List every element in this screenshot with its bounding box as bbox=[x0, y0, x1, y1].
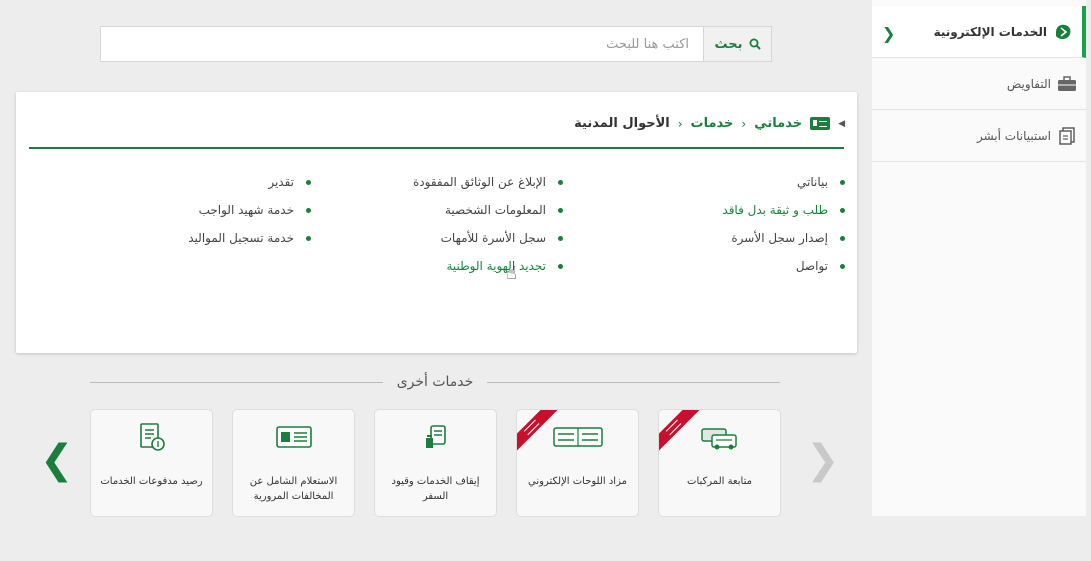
service-label: تواصل bbox=[795, 259, 828, 273]
other-services-header: خدمات أخرى bbox=[90, 372, 780, 392]
service-label: إصدار سجل الأسرة bbox=[731, 231, 828, 245]
tile-label: الاستعلام الشامل عن المخالفات المرورية bbox=[249, 476, 338, 502]
id-card-icon bbox=[275, 422, 312, 452]
id-card-icon bbox=[810, 117, 831, 130]
sidebar-item-e-services[interactable]: الخدمات الإلكترونية ❮ bbox=[872, 6, 1086, 58]
service-link-martyr-service[interactable]: خدمة شهيد الواجب bbox=[188, 196, 311, 224]
search-input[interactable] bbox=[101, 27, 703, 61]
service-link-my-data[interactable]: بياناتي bbox=[722, 168, 845, 196]
service-label: تقدير bbox=[268, 175, 294, 189]
service-tile-payments-balance[interactable]: رصيد مدفوعات الخدمات bbox=[90, 409, 213, 517]
bullet-icon bbox=[840, 235, 845, 241]
civil-affairs-card: ◀ خدماتي ‹ خدمات ‹ الأحوال المدنية بيانا… bbox=[16, 92, 857, 353]
bullet-icon bbox=[558, 179, 563, 185]
hand-pointer-icon: ☝ bbox=[506, 263, 517, 284]
card-divider bbox=[29, 147, 844, 149]
breadcrumb-current: الأحوال المدنية bbox=[574, 116, 670, 131]
sidebar-item-label: استبيانات أبشر bbox=[976, 128, 1051, 143]
bullet-icon bbox=[558, 263, 563, 269]
breadcrumb: ◀ خدماتي ‹ خدمات ‹ الأحوال المدنية bbox=[574, 116, 845, 131]
service-stop-icon bbox=[423, 422, 449, 452]
tile-label: متابعة المركبات bbox=[687, 476, 752, 487]
service-link-report-lost[interactable]: الإبلاغ عن الوثائق المفقودة bbox=[413, 168, 563, 196]
breadcrumb-separator-icon: ‹ bbox=[741, 116, 747, 131]
service-label: خدمة شهيد الواجب bbox=[198, 203, 294, 217]
collapse-arrow-icon[interactable]: ◀ bbox=[838, 119, 845, 129]
service-tile-travel-restrictions[interactable]: إيقاف الخدمات وقيود السفر bbox=[374, 409, 497, 517]
search-button-label: بحث bbox=[714, 36, 743, 52]
service-label: طلب و ثيقة بدل فاقد bbox=[722, 203, 828, 217]
briefcase-icon bbox=[1056, 75, 1078, 93]
service-label: بياناتي bbox=[797, 175, 828, 189]
carousel-next-icon[interactable]: ❯ bbox=[806, 440, 840, 480]
services-column: الإبلاغ عن الوثائق المفقودة المعلومات ال… bbox=[413, 168, 563, 280]
breadcrumb-services[interactable]: خدمات bbox=[691, 116, 734, 131]
sidebar-item-surveys[interactable]: استبيانات أبشر bbox=[872, 110, 1086, 162]
search-button[interactable]: بحث bbox=[703, 27, 771, 61]
service-link-renew-id[interactable]: تجديد الهوية الوطنية bbox=[413, 252, 563, 280]
sidebar-item-delegations[interactable]: التفاويض bbox=[872, 58, 1086, 110]
services-column: تقدير خدمة شهيد الواجب خدمة تسجيل الموال… bbox=[188, 168, 311, 252]
service-link-birth-registration[interactable]: خدمة تسجيل المواليد bbox=[188, 224, 311, 252]
service-label: تجديد الهوية الوطنية bbox=[446, 259, 546, 273]
other-services-title: خدمات أخرى bbox=[396, 374, 474, 390]
bullet-icon bbox=[840, 263, 845, 269]
tile-label: إيقاف الخدمات وقيود السفر bbox=[391, 476, 480, 502]
search-icon bbox=[749, 38, 761, 50]
service-label: الإبلاغ عن الوثائق المفقودة bbox=[412, 175, 546, 189]
bullet-icon bbox=[558, 235, 563, 241]
divider-line bbox=[487, 381, 780, 383]
sidebar-item-label: الخدمات الإلكترونية bbox=[933, 24, 1047, 39]
service-tile-vehicles[interactable]: متابعة المركبات bbox=[658, 409, 781, 517]
divider-line bbox=[90, 381, 383, 383]
bullet-icon bbox=[558, 207, 563, 213]
new-ribbon bbox=[659, 410, 702, 453]
service-label: سجل الأسرة للأمهات bbox=[440, 231, 546, 245]
sidebar-collapse-icon[interactable]: ❮ bbox=[882, 24, 895, 43]
bullet-icon bbox=[306, 207, 311, 213]
survey-icon bbox=[1056, 126, 1078, 145]
service-label: المعلومات الشخصية bbox=[445, 203, 546, 217]
search-bar: بحث bbox=[100, 26, 772, 62]
bullet-icon bbox=[306, 179, 311, 185]
bullet-icon bbox=[840, 207, 845, 213]
service-tile-traffic-violations[interactable]: الاستعلام الشامل عن المخالفات المرورية bbox=[232, 409, 355, 517]
e-services-icon bbox=[1052, 23, 1074, 41]
service-link-lost-document[interactable]: طلب و ثيقة بدل فاقد bbox=[722, 196, 845, 224]
carousel-prev-icon[interactable]: ❮ bbox=[40, 440, 74, 480]
sidebar: الخدمات الإلكترونية ❮ التفاويض استبيانات… bbox=[872, 0, 1086, 516]
service-link-mothers-record[interactable]: سجل الأسرة للأمهات bbox=[413, 224, 563, 252]
services-column: بياناتي طلب و ثيقة بدل فاقد إصدار سجل ال… bbox=[722, 168, 845, 280]
bullet-icon bbox=[840, 179, 845, 185]
sidebar-item-label: التفاويض bbox=[1006, 76, 1051, 91]
plates-icon bbox=[552, 422, 603, 452]
service-label: خدمة تسجيل المواليد bbox=[188, 231, 294, 245]
tile-label: رصيد مدفوعات الخدمات bbox=[100, 476, 203, 487]
service-link-family-record[interactable]: إصدار سجل الأسرة bbox=[722, 224, 845, 252]
breadcrumb-my-services[interactable]: خدماتي bbox=[754, 116, 802, 131]
service-link-contact[interactable]: تواصل bbox=[722, 252, 845, 280]
payment-doc-icon bbox=[137, 422, 167, 452]
bullet-icon bbox=[306, 235, 311, 241]
service-tile-plates-auction[interactable]: مزاد اللوحات الإلكتروني bbox=[516, 409, 639, 517]
service-link-appreciation[interactable]: تقدير bbox=[188, 168, 311, 196]
breadcrumb-separator-icon: ‹ bbox=[677, 116, 683, 131]
tile-label: مزاد اللوحات الإلكتروني bbox=[528, 476, 627, 487]
service-link-personal-info[interactable]: المعلومات الشخصية bbox=[413, 196, 563, 224]
vehicles-icon bbox=[700, 422, 740, 452]
